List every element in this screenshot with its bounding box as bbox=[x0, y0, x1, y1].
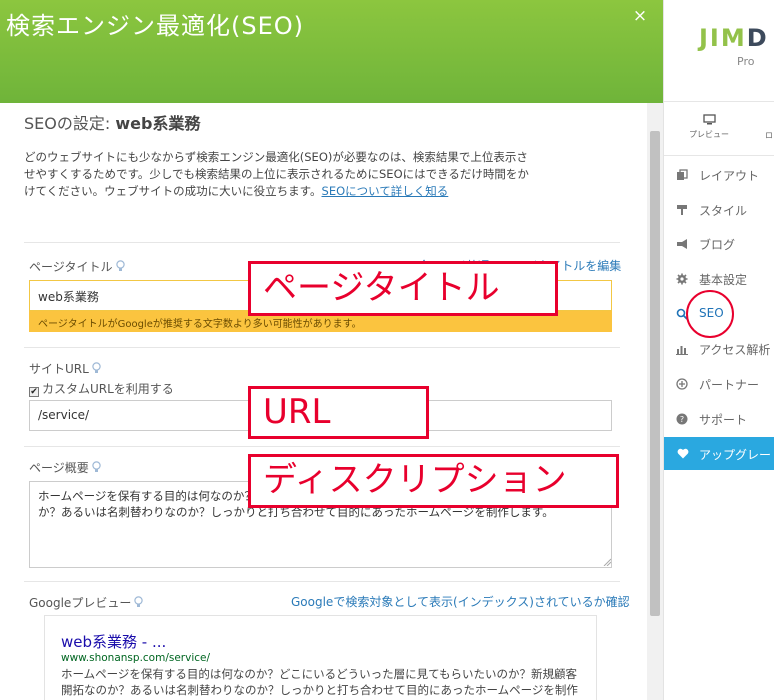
jimdo-logo: JIMD bbox=[699, 24, 769, 52]
preview-label: プレビュー bbox=[689, 130, 729, 139]
site-url-label: サイトURL bbox=[29, 362, 89, 376]
analytics-icon bbox=[676, 346, 688, 355]
sidebar-item-label: 基本設定 bbox=[699, 273, 748, 287]
layout-icon bbox=[677, 169, 688, 180]
lightbulb-icon[interactable] bbox=[134, 596, 144, 608]
logo-text-green: JIM bbox=[699, 24, 747, 52]
index-check-link[interactable]: Googleで検索対象として表示(インデックス)されているか確認 bbox=[291, 593, 630, 610]
sidebar-item-label: アクセス解析 bbox=[699, 343, 771, 357]
custom-url-checkbox-row[interactable]: ✔ カスタムURLを利用する bbox=[29, 380, 174, 397]
google-preview-box: web系業務 - ... www.shonansp.com/service/ ホ… bbox=[44, 615, 597, 700]
panel-title: 検索エンジン最適化(SEO) bbox=[6, 12, 305, 40]
annotation-seo-circle bbox=[686, 290, 734, 338]
divider bbox=[664, 101, 774, 102]
preview-result-url: www.shonansp.com/service/ bbox=[61, 652, 211, 664]
divider bbox=[24, 347, 620, 348]
resize-handle-icon[interactable] bbox=[603, 558, 611, 566]
sidebar-item-support[interactable]: ? サポート bbox=[664, 402, 774, 436]
nav-truncated-label[interactable]: ロ bbox=[765, 130, 773, 141]
seo-heading-prefix: SEOの設定: bbox=[24, 114, 116, 133]
lightbulb-icon[interactable] bbox=[92, 461, 101, 473]
lightbulb-icon[interactable] bbox=[115, 260, 125, 272]
sidebar-item-label: ブログ bbox=[699, 238, 736, 252]
sidebar-item-style[interactable]: スタイル bbox=[664, 193, 774, 227]
description-label: ページ概要 bbox=[29, 461, 89, 475]
divider bbox=[664, 155, 774, 156]
blog-icon bbox=[677, 239, 687, 249]
sidebar-item-blog[interactable]: ブログ bbox=[664, 227, 774, 261]
plan-label: Pro bbox=[737, 55, 755, 68]
sidebar-item-label: サポート bbox=[699, 413, 748, 427]
page-title-label: ページタイトル bbox=[29, 260, 113, 274]
intro-body: どのウェブサイトにも少なからず検索エンジン最適化(SEO)が必要なのは、検索結果… bbox=[24, 150, 529, 198]
sidebar-item-label: パートナー bbox=[699, 378, 760, 392]
google-preview-label: Googleプレビュー bbox=[29, 596, 132, 610]
seo-panel: 検索エンジン最適化(SEO) × SEOの設定: web系業務 どのウェブサイト… bbox=[0, 0, 663, 700]
preview-button[interactable]: プレビュー bbox=[684, 114, 734, 140]
style-icon bbox=[677, 205, 687, 215]
intro-text: どのウェブサイトにも少なからず検索エンジン最適化(SEO)が必要なのは、検索結果… bbox=[24, 149, 534, 200]
page-title-label-row: ページタイトル bbox=[29, 258, 125, 275]
help-icon: ? bbox=[676, 413, 688, 425]
heart-icon bbox=[677, 448, 689, 459]
annotation-url: URL bbox=[248, 386, 429, 439]
logo-text-dark: D bbox=[746, 24, 769, 52]
site-url-label-row: サイトURL bbox=[29, 360, 101, 377]
annotation-description: ディスクリプション bbox=[248, 454, 619, 508]
sidebar-item-partner[interactable]: パートナー bbox=[664, 367, 774, 401]
divider bbox=[24, 581, 620, 582]
description-label-row: ページ概要 bbox=[29, 459, 101, 476]
annotation-page-title: ページタイトル bbox=[248, 261, 558, 316]
monitor-icon bbox=[702, 114, 716, 125]
divider bbox=[24, 242, 620, 243]
panel-header: 検索エンジン最適化(SEO) × bbox=[0, 0, 663, 103]
scrollbar-thumb[interactable] bbox=[650, 131, 660, 616]
jimdo-sidebar: JIMD Pro プレビュー ロ レイアウト スタイル ブログ 基本設定 SEO… bbox=[663, 0, 774, 700]
svg-text:?: ? bbox=[680, 415, 684, 424]
sidebar-item-layout[interactable]: レイアウト bbox=[664, 158, 774, 192]
custom-url-checkbox-label: カスタムURLを利用する bbox=[42, 382, 174, 396]
google-preview-label-row: Googleプレビュー bbox=[29, 594, 144, 611]
upgrade-button[interactable]: アップグレード bbox=[664, 437, 774, 470]
custom-url-checkbox[interactable]: ✔ bbox=[29, 387, 39, 397]
preview-result-title: web系業務 - ... bbox=[61, 633, 167, 651]
divider bbox=[24, 446, 620, 447]
lightbulb-icon[interactable] bbox=[92, 362, 101, 374]
seo-heading-page: web系業務 bbox=[115, 114, 201, 133]
close-icon[interactable]: × bbox=[630, 6, 650, 26]
sidebar-item-analytics[interactable]: アクセス解析 bbox=[664, 332, 774, 366]
sidebar-item-label: スタイル bbox=[699, 204, 748, 218]
sidebar-item-label: レイアウト bbox=[699, 169, 760, 183]
seo-learn-more-link[interactable]: SEOについて詳しく知る bbox=[322, 184, 449, 198]
upgrade-label: アップグレード bbox=[699, 448, 774, 462]
preview-result-description: ホームページを保有する目的は何なのか？どこにいるどういった層に見てもらいたいのか… bbox=[61, 667, 578, 700]
partner-icon bbox=[676, 378, 688, 390]
panel-scrollbar[interactable] bbox=[647, 103, 663, 700]
gear-icon bbox=[676, 273, 688, 285]
seo-heading: SEOの設定: web系業務 bbox=[24, 110, 200, 134]
